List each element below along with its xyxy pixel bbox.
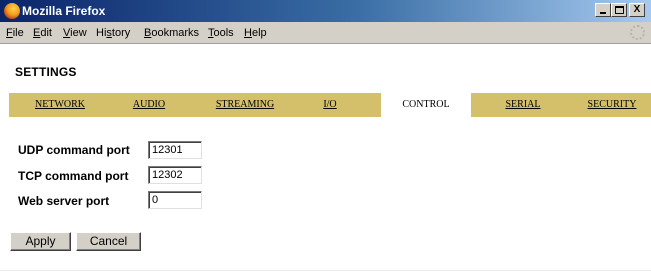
browser-window: Mozilla Firefox X File Edit View History… (0, 0, 651, 272)
settings-tab-bar: NETWORK AUDIO STREAMING I/O CONTROL SERI… (9, 93, 651, 117)
close-button[interactable]: X (629, 3, 645, 17)
menu-view[interactable]: View (63, 26, 87, 40)
minimize-icon (600, 12, 606, 14)
tab-serial[interactable]: SERIAL (495, 93, 551, 117)
maximize-button[interactable] (611, 3, 627, 17)
maximize-icon (615, 6, 624, 14)
tab-network[interactable]: NETWORK (25, 93, 95, 117)
loading-throbber-icon (630, 25, 645, 40)
title-bar[interactable]: Mozilla Firefox X (0, 0, 651, 22)
window-title: Mozilla Firefox (22, 4, 106, 18)
web-port-label: Web server port (18, 194, 110, 208)
menu-help[interactable]: Help (244, 26, 267, 40)
apply-button[interactable]: Apply (10, 232, 71, 251)
tcp-port-input[interactable] (148, 166, 202, 184)
tab-io[interactable]: I/O (313, 93, 347, 117)
tab-audio[interactable]: AUDIO (119, 93, 179, 117)
tab-control[interactable]: CONTROL (381, 93, 471, 117)
menu-file[interactable]: File (6, 26, 24, 40)
tcp-port-label: TCP command port (18, 169, 129, 183)
menu-history[interactable]: History (96, 26, 130, 40)
menu-bar: File Edit View History Bookmarks Tools H… (0, 22, 651, 44)
minimize-button[interactable] (595, 3, 611, 17)
menu-tools[interactable]: Tools (208, 26, 234, 40)
page-content: SETTINGS NETWORK AUDIO STREAMING I/O CON… (0, 45, 651, 272)
menu-bookmarks[interactable]: Bookmarks (144, 26, 199, 40)
tab-security[interactable]: SECURITY (577, 93, 647, 117)
udp-port-input[interactable] (148, 141, 202, 159)
tab-streaming[interactable]: STREAMING (205, 93, 285, 117)
divider (0, 270, 651, 271)
menu-edit[interactable]: Edit (33, 26, 52, 40)
web-port-input[interactable] (148, 191, 202, 209)
page-title: SETTINGS (15, 65, 77, 79)
firefox-logo-icon (4, 3, 20, 19)
cancel-button[interactable]: Cancel (76, 232, 141, 251)
udp-port-label: UDP command port (18, 143, 130, 157)
